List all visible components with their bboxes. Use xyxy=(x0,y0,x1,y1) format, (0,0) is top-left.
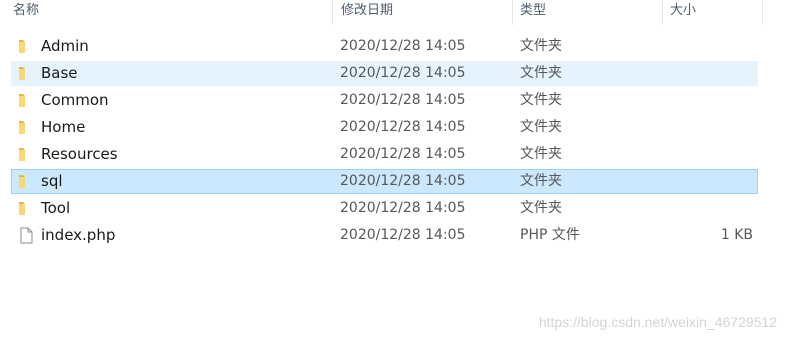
file-name: Common xyxy=(41,91,109,109)
file-row[interactable]: Base 2020/12/28 14:05 文件夹 xyxy=(11,61,758,86)
column-divider[interactable] xyxy=(662,0,663,25)
file-date-modified: 2020/12/28 14:05 xyxy=(340,146,466,162)
file-date-modified: 2020/12/28 14:05 xyxy=(340,38,466,54)
file-name: index.php xyxy=(41,226,116,244)
file-name: Tool xyxy=(41,199,71,217)
file-type: 文件夹 xyxy=(520,200,562,216)
file-type: 文件夹 xyxy=(520,92,562,108)
column-divider[interactable] xyxy=(762,0,763,25)
file-date-modified: 2020/12/28 14:05 xyxy=(340,65,466,81)
folder-icon xyxy=(19,67,25,80)
column-header: 名称 修改日期 类型 大小 xyxy=(0,0,786,26)
file-row[interactable]: Tool 2020/12/28 14:05 文件夹 xyxy=(11,196,758,221)
folder-icon xyxy=(19,121,25,134)
file-date-modified: 2020/12/28 14:05 xyxy=(340,200,466,216)
file-date-modified: 2020/12/28 14:05 xyxy=(340,227,466,243)
file-type: 文件夹 xyxy=(520,38,562,54)
file-type: 文件夹 xyxy=(520,65,562,81)
folder-icon xyxy=(19,175,25,188)
file-type: 文件夹 xyxy=(520,173,562,189)
file-row[interactable]: Resources 2020/12/28 14:05 文件夹 xyxy=(11,142,758,167)
column-divider[interactable] xyxy=(332,0,333,25)
file-type: 文件夹 xyxy=(520,119,562,135)
folder-icon xyxy=(19,40,25,53)
folder-icon xyxy=(19,148,25,161)
file-date-modified: 2020/12/28 14:05 xyxy=(340,119,466,135)
file-row[interactable]: Common 2020/12/28 14:05 文件夹 xyxy=(11,88,758,113)
file-type: 文件夹 xyxy=(520,146,562,162)
column-header-type[interactable]: 类型 xyxy=(520,0,660,24)
file-date-modified: 2020/12/28 14:05 xyxy=(340,173,466,189)
file-row[interactable]: Admin 2020/12/28 14:05 文件夹 xyxy=(11,34,758,59)
file-type: PHP 文件 xyxy=(520,227,580,243)
file-row[interactable]: Home 2020/12/28 14:05 文件夹 xyxy=(11,115,758,140)
file-name: Home xyxy=(41,118,86,136)
file-size: 1 KB xyxy=(720,227,753,243)
file-row[interactable]: sql 2020/12/28 14:05 文件夹 xyxy=(11,169,758,194)
folder-icon xyxy=(19,202,25,215)
column-header-size[interactable]: 大小 xyxy=(670,0,760,24)
file-name: Admin xyxy=(41,37,89,55)
file-name: Resources xyxy=(41,145,118,163)
file-icon xyxy=(20,227,33,244)
file-row[interactable]: index.php 2020/12/28 14:05 PHP 文件 1 KB xyxy=(11,223,758,248)
column-header-date-modified[interactable]: 修改日期 xyxy=(341,0,511,24)
file-explorer-window: 名称 修改日期 类型 大小 Admin 2020/12/28 14:05 文件夹 xyxy=(0,0,786,340)
file-date-modified: 2020/12/28 14:05 xyxy=(340,92,466,108)
folder-icon xyxy=(19,94,25,107)
file-name: sql xyxy=(41,172,63,190)
column-divider[interactable] xyxy=(512,0,513,25)
column-header-name[interactable]: 名称 xyxy=(13,0,329,24)
file-name: Base xyxy=(41,64,78,82)
watermark-text: https://blog.csdn.net/weixin_46729512 xyxy=(538,314,777,330)
